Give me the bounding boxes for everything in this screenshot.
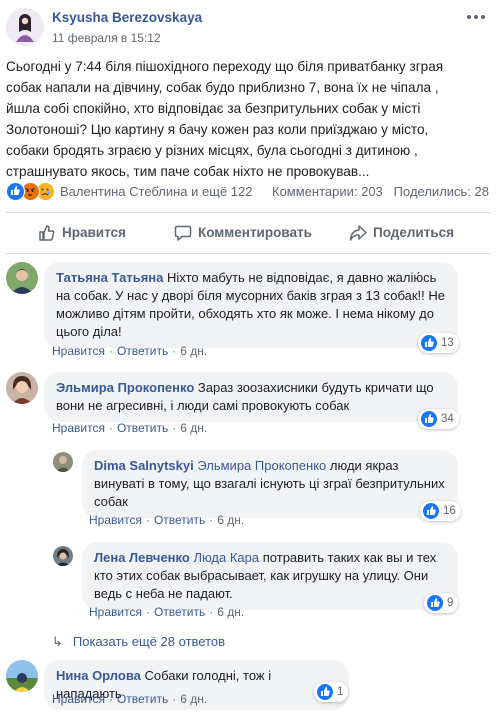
share-arrow-icon — [349, 225, 367, 241]
reply-text: ведь с неба не падают. — [94, 586, 233, 601]
share-button-label: Поделиться — [373, 225, 455, 240]
replier-name[interactable]: Лена Левченко — [94, 550, 190, 565]
replier-avatar[interactable] — [53, 546, 73, 566]
like-count: 13 — [441, 337, 454, 349]
show-more-replies-label: Показать ещё 28 ответов — [72, 634, 226, 649]
show-more-replies-link[interactable]: ↳ Показать ещё 28 ответов — [52, 634, 225, 650]
reply-bubble: Лена Левченко Люда Кара потравить таких … — [82, 542, 458, 610]
post-timestamp[interactable]: 11 февраля в 15:12 — [52, 31, 161, 45]
reply-text: потравить таких как вы и тех — [262, 550, 437, 565]
reply-meta: Нравится · Ответить · 6 дн. — [89, 513, 245, 527]
divider — [6, 253, 491, 254]
comment-bubble: Татьяна Татьяна Ніхто мабуть не відповід… — [44, 262, 458, 348]
like-count: 16 — [443, 505, 456, 517]
comment-time[interactable]: 6 дн. — [180, 692, 207, 706]
commenter-name[interactable]: Эльмира Прокопенко — [56, 380, 194, 395]
author-avatar[interactable] — [6, 8, 44, 46]
comment-icon — [174, 225, 192, 241]
post-stats: Валентина Стеблина и ещё 122 Комментарии… — [6, 182, 491, 204]
thumbs-up-icon — [39, 225, 55, 241]
reply-text: люди якраз — [329, 458, 399, 473]
reply-reply-link[interactable]: Ответить — [154, 513, 205, 527]
commenter-avatar[interactable] — [6, 372, 38, 404]
reply-meta: Нравится · Ответить · 6 дн. — [89, 605, 245, 619]
comment-meta: Нравится · Ответить · 6 дн. — [52, 692, 208, 706]
facebook-post: Ksyusha Berezovskaya 11 февраля в 15:12 … — [0, 0, 497, 726]
reacted-by-text[interactable]: Валентина Стеблина и ещё 122 — [60, 184, 252, 199]
shares-count[interactable]: Поделились: 28 — [394, 184, 489, 199]
reply-like-count[interactable]: 9 — [424, 593, 459, 613]
comment-meta: Нравится · Ответить · 6 дн. — [52, 344, 208, 358]
post-text-line: Сьогодні у 7:44 біля пішохідного переход… — [6, 59, 444, 74]
reply-time[interactable]: 6 дн. — [217, 605, 244, 619]
comment-time[interactable]: 6 дн. — [180, 344, 207, 358]
comment-reply-link[interactable]: Ответить — [117, 421, 168, 435]
commenter-name[interactable]: Татьяна Татьяна — [56, 270, 163, 285]
comment-like-count[interactable]: 1 — [314, 682, 349, 702]
comment-like-link[interactable]: Нравится — [52, 421, 105, 435]
post-text-line: страшнувато якось, тим паче собак ніхто … — [6, 164, 370, 179]
reply-bubble: Dima Salnytskyi Эльмира Прокопенко люди … — [82, 450, 458, 518]
comment-text: Ніхто мабуть не відповідає, я давно жалі… — [166, 270, 437, 285]
comment-text: цього діла! — [56, 324, 122, 339]
reply-mention[interactable]: Люда Кара — [193, 550, 259, 565]
comment-meta: Нравится · Ответить · 6 дн. — [52, 421, 208, 435]
comment-time[interactable]: 6 дн. — [180, 421, 207, 435]
comment-like-count[interactable]: 13 — [418, 333, 459, 353]
comment-bubble: Эльмира Прокопенко Зараз зоозахисники бу… — [44, 372, 458, 422]
like-icon — [421, 335, 437, 351]
comment-text: на собак. У нас у дворі біля мусорних ба… — [56, 288, 445, 303]
post-body: Сьогодні у 7:44 біля пішохідного переход… — [6, 56, 492, 182]
like-button-label: Нравится — [62, 225, 126, 240]
reply-mention[interactable]: Эльмира Прокопенко — [197, 458, 326, 473]
like-icon — [421, 411, 437, 427]
reply-like-link[interactable]: Нравится — [89, 513, 142, 527]
reply-arrow-icon: ↳ — [52, 634, 63, 649]
reply-like-count[interactable]: 16 — [420, 501, 461, 521]
post-text-line: йшла собі спокійно, хто відповідає за бе… — [6, 101, 421, 116]
comment-like-link[interactable]: Нравится — [52, 692, 105, 706]
comment-reply-link[interactable]: Ответить — [117, 692, 168, 706]
replier-name[interactable]: Dima Salnytskyi — [94, 458, 194, 473]
like-count: 1 — [337, 686, 344, 698]
comment-text: можливо дітям пройти, обходять хто як мо… — [56, 306, 434, 321]
author-name[interactable]: Ksyusha Berezovskaya — [52, 10, 202, 25]
like-count: 34 — [441, 413, 454, 425]
like-icon — [317, 684, 333, 700]
commenter-avatar[interactable] — [6, 660, 38, 692]
comment-like-link[interactable]: Нравится — [52, 344, 105, 358]
comments-count[interactable]: Комментарии: 203 — [272, 184, 383, 199]
reply-text: собак — [94, 494, 128, 509]
reply-reply-link[interactable]: Ответить — [154, 605, 205, 619]
comment-reply-link[interactable]: Ответить — [117, 344, 168, 358]
comment-text: вони не агресивні, і люди самі провокуют… — [56, 398, 350, 413]
reply-text: кто этих собак выбрасывает, как игрушку … — [94, 568, 429, 583]
reply-time[interactable]: 6 дн. — [217, 513, 244, 527]
post-text-line: собак напали на дівчину, собак будо приб… — [6, 80, 439, 95]
post-header: Ksyusha Berezovskaya 11 февраля в 15:12 — [0, 0, 497, 52]
reply-like-link[interactable]: Нравится — [89, 605, 142, 619]
ellipsis-icon[interactable] — [465, 6, 487, 27]
like-icon — [423, 503, 439, 519]
replier-avatar[interactable] — [53, 452, 73, 472]
like-reaction-icon — [6, 182, 25, 201]
like-icon — [427, 595, 443, 611]
post-actions: Нравится Комментировать Поделиться — [6, 218, 491, 250]
comment-button-label: Комментировать — [198, 225, 312, 240]
comment-like-count[interactable]: 34 — [418, 409, 459, 429]
divider — [6, 212, 491, 213]
reply-text: винуваті в тому, що взагалі існують ці з… — [94, 476, 445, 491]
commenter-avatar[interactable] — [6, 262, 38, 294]
commenter-name[interactable]: Нина Орлова — [56, 668, 141, 683]
like-count: 9 — [447, 597, 454, 609]
post-text-line: собаки бродять зграєю у різних місцях, б… — [6, 143, 418, 158]
comment-text: Зараз зоозахисники будуть кричати що — [197, 380, 434, 395]
post-text-line: Золотоноші? Цю картину я бачу кожен раз … — [6, 122, 429, 137]
